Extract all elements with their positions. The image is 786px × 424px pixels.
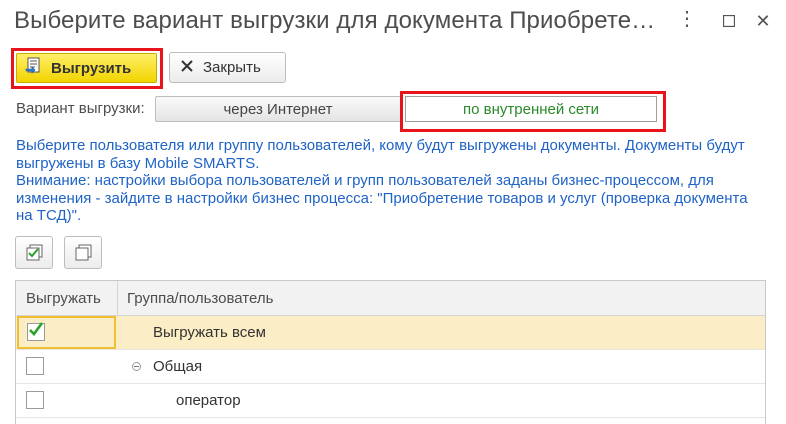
- column-divider: [117, 281, 118, 315]
- table-header: Выгружать Группа/пользователь: [16, 281, 765, 316]
- variant-option-internet-label: через Интернет: [223, 100, 333, 118]
- export-checkbox[interactable]: [26, 357, 44, 375]
- export-button-label: Выгрузить: [51, 59, 132, 77]
- info-line-1: Выберите пользователя или группу пользов…: [16, 137, 745, 172]
- export-checkbox[interactable]: [27, 322, 45, 341]
- export-checkbox-cell[interactable]: [16, 384, 117, 417]
- export-button[interactable]: Выгрузить: [16, 53, 157, 83]
- more-menu-icon[interactable]: ⋮: [676, 9, 698, 32]
- row-name: Выгружать всем: [153, 324, 266, 341]
- row-name: Общая: [153, 358, 203, 375]
- row-name: оператор: [176, 392, 241, 409]
- close-button-label: Закрыть: [203, 59, 261, 76]
- check-all-button[interactable]: [15, 236, 53, 269]
- close-icon: [179, 58, 195, 78]
- table-row[interactable]: Общая: [16, 350, 765, 384]
- title-bar: Выберите вариант выгрузки для документа …: [0, 0, 786, 44]
- collapse-icon[interactable]: [132, 362, 141, 371]
- close-button[interactable]: Закрыть: [169, 52, 286, 83]
- column-header-export[interactable]: Выгружать: [26, 290, 101, 307]
- uncheck-all-icon: [75, 244, 93, 267]
- export-checkbox-cell[interactable]: [16, 350, 117, 383]
- column-header-group[interactable]: Группа/пользователь: [127, 290, 273, 307]
- variant-label: Вариант выгрузки:: [16, 100, 145, 117]
- check-all-icon: [26, 244, 44, 267]
- maximize-icon[interactable]: [718, 10, 740, 32]
- export-checkbox[interactable]: [26, 391, 44, 409]
- info-text: Выберите пользователя или группу пользов…: [16, 137, 766, 225]
- export-checkbox-cell[interactable]: [17, 316, 116, 349]
- export-icon: [25, 57, 43, 79]
- variant-option-internet[interactable]: через Интернет: [155, 96, 401, 122]
- table-row[interactable]: Выгружать всем: [16, 316, 765, 350]
- info-line-2: Внимание: настройки выбора пользователей…: [16, 172, 748, 224]
- uncheck-all-button[interactable]: [64, 236, 102, 269]
- variant-option-lan-label: по внутренней сети: [463, 100, 599, 118]
- users-table: Выгружать Группа/пользователь Выгружать …: [15, 280, 766, 424]
- table-row[interactable]: оператор: [16, 384, 765, 418]
- variant-option-lan[interactable]: по внутренней сети: [405, 96, 657, 122]
- close-window-icon[interactable]: ✕: [752, 10, 774, 32]
- window-title: Выберите вариант выгрузки для документа …: [14, 7, 656, 34]
